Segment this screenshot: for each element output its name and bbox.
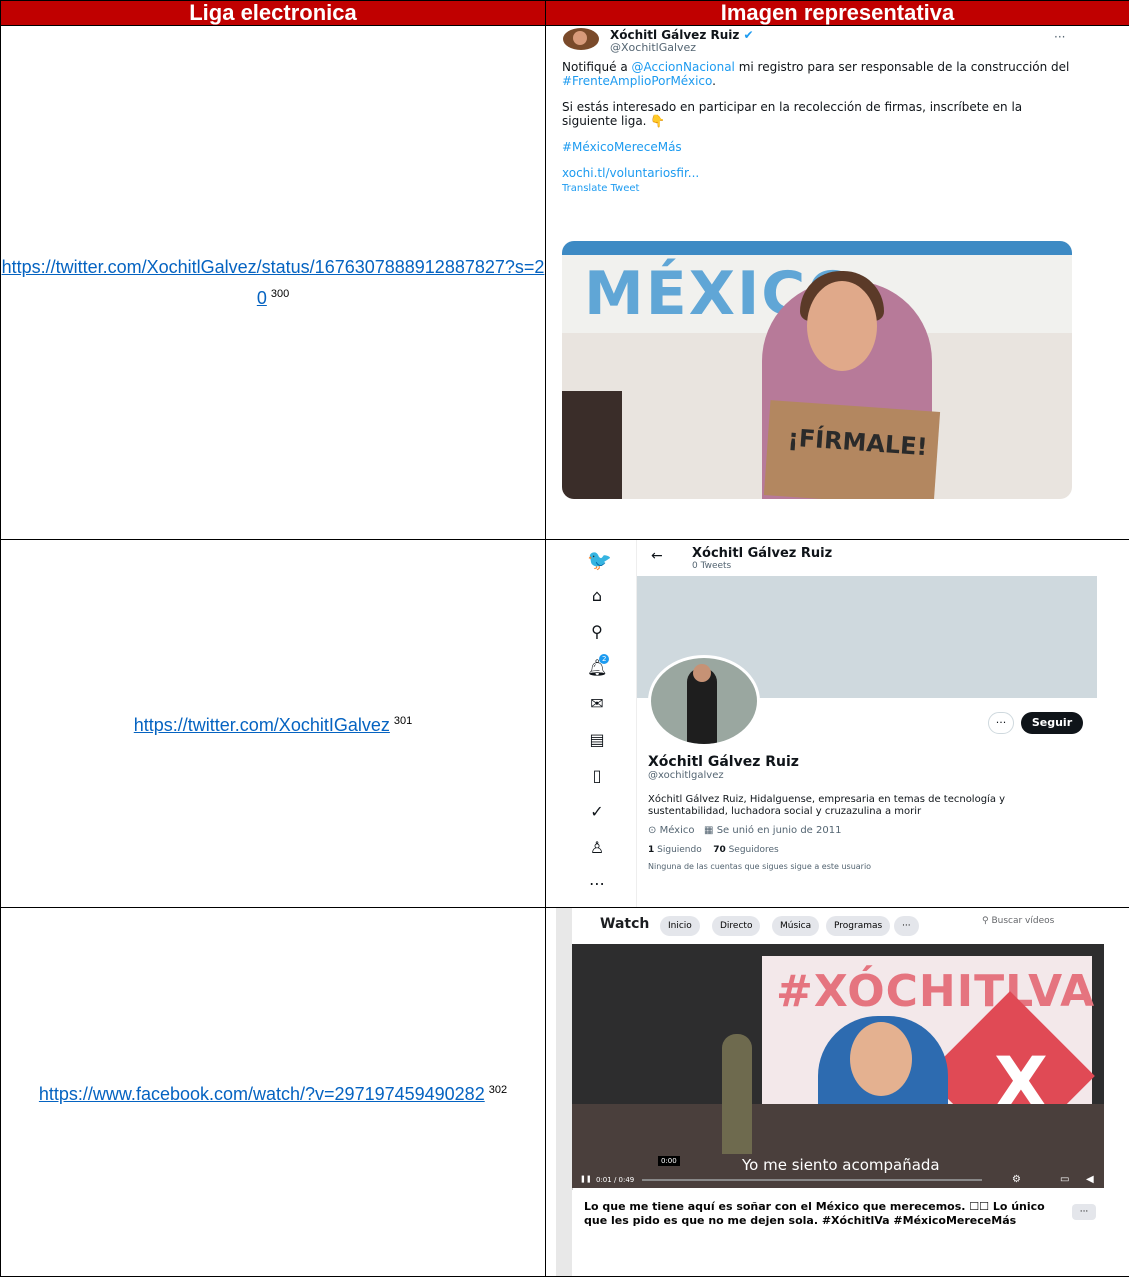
url-link[interactable]: xochi.tl/voluntariosfir... [562, 166, 1072, 180]
footnote-ref: 301 [394, 715, 412, 727]
facebook-watch-link[interactable]: https://www.facebook.com/watch/?v=297197… [39, 1084, 485, 1104]
notifications-icon[interactable]: 🔔︎2 [587, 658, 607, 678]
tweet-body: Notifiqué a @AccionNacional mi registro … [562, 60, 1072, 196]
chip-inicio[interactable]: Inicio [660, 916, 700, 936]
avatar [563, 28, 599, 50]
profile-header-name: Xóchitl Gálvez Ruiz [692, 546, 832, 561]
chip-musica[interactable]: Música [772, 916, 819, 936]
table-row: https://twitter.com/XochitIGalvez 301 🐦 ⌂… [1, 540, 1129, 908]
image-cell: 🐦 ⌂ ⚲ 🔔︎2 ✉ ▤ ▯ ✓ ♙ ⋯ ← Xóchitl Gálvez R… [546, 540, 1129, 908]
header-liga: Liga electronica [1, 1, 546, 26]
watch-title: Watch [600, 916, 649, 932]
tweet-handle: @XochitlGalvez [610, 41, 696, 54]
video-player[interactable]: #XÓCHITLVA X 0:00 Yo me siento acompañad… [572, 944, 1104, 1188]
tweet-photo: MÉXICO ¡FÍRMALE! [562, 241, 1072, 499]
table-row: https://www.facebook.com/watch/?v=297197… [1, 908, 1129, 1277]
mention-link[interactable]: @AccionNacional [632, 60, 735, 74]
twitter-sidebar: 🐦 ⌂ ⚲ 🔔︎2 ✉ ▤ ▯ ✓ ♙ ⋯ [556, 540, 637, 907]
verified-icon: ✔ [744, 28, 754, 42]
hashtag-link[interactable]: #MéxicoMereceMás [562, 140, 1072, 154]
translate-link[interactable]: Translate Tweet [562, 182, 1072, 196]
follow-button[interactable]: Seguir [1021, 712, 1083, 734]
twitter-profile-link[interactable]: https://twitter.com/XochitIGalvez [134, 715, 390, 735]
calendar-icon: ▦ [704, 825, 713, 836]
watch-topbar: Watch Inicio Directo Música Programas ··… [572, 908, 1104, 944]
twitter-bird-icon[interactable]: 🐦 [587, 550, 607, 570]
table-row: https://twitter.com/XochitlGalvez/status… [1, 26, 1129, 540]
lists-icon[interactable]: ▤ [587, 730, 607, 750]
profile-bio: Xóchitl Gálvez Ruiz, Hidalguense, empres… [648, 794, 1068, 818]
post-more-button[interactable]: ··· [1072, 1204, 1096, 1220]
pause-icon[interactable]: ❚❚ [580, 1175, 592, 1183]
image-cell: Xóchitl Gálvez Ruiz ✔ @XochitlGalvez ···… [546, 26, 1129, 540]
more-icon[interactable]: ··· [1054, 30, 1065, 44]
volume-icon[interactable]: ◀ [1086, 1174, 1094, 1185]
profile-more-button[interactable]: ··· [988, 712, 1014, 734]
progress-bar[interactable] [642, 1179, 982, 1181]
back-arrow-icon[interactable]: ← [651, 548, 663, 564]
follow-counts: 1 Siguiendo 70 Seguidores [648, 845, 779, 855]
more-circle-icon[interactable]: ⋯ [587, 874, 607, 894]
pip-icon[interactable]: ▭ [1060, 1174, 1069, 1185]
link-cell: https://twitter.com/XochitlGalvez/status… [1, 26, 546, 540]
post-description: Lo que me tiene aquí es soñar con el Méx… [572, 1190, 1104, 1276]
profile-meta: ⊙ México ▦ Se unió en junio de 2011 [648, 825, 841, 836]
links-table: Liga electronica Imagen representativa h… [0, 0, 1129, 1277]
header-imagen: Imagen representativa [546, 1, 1129, 26]
chip-directo[interactable]: Directo [712, 916, 760, 936]
tweet-count: 0 Tweets [692, 561, 731, 571]
bookmarks-icon[interactable]: ▯ [587, 766, 607, 786]
wall-hashtag: #XÓCHITLVA [776, 966, 1095, 1017]
pointing-down-icon: 👇 [650, 114, 665, 128]
link-cell: https://www.facebook.com/watch/?v=297197… [1, 908, 546, 1277]
photo-sign: ¡FÍRMALE! [764, 400, 940, 499]
footnote-ref: 300 [271, 288, 289, 300]
profile-icon[interactable]: ♙ [587, 838, 607, 858]
search-icon: ⚲ [982, 916, 989, 926]
tweet-author-name: Xóchitl Gálvez Ruiz ✔ [610, 28, 754, 42]
chip-more[interactable]: ··· [894, 916, 919, 936]
search-input[interactable]: ⚲ Buscar vídeos [982, 916, 1054, 926]
twitter-profile-screenshot: 🐦 ⌂ ⚲ 🔔︎2 ✉ ▤ ▯ ✓ ♙ ⋯ ← Xóchitl Gálvez R… [556, 540, 1096, 907]
verified-icon[interactable]: ✓ [587, 802, 607, 822]
facebook-watch-screenshot: Watch Inicio Directo Música Programas ··… [556, 908, 1104, 1276]
post-text: Lo que me tiene aquí es soñar con el Méx… [584, 1200, 1054, 1228]
avatar[interactable] [648, 655, 760, 747]
home-icon[interactable]: ⌂ [587, 586, 607, 606]
link-cell: https://twitter.com/XochitIGalvez 301 [1, 540, 546, 908]
followers-link[interactable]: Seguidores [729, 845, 779, 855]
followers-you-know: Ninguna de las cuentas que sigues sigue … [648, 862, 871, 871]
settings-icon[interactable]: ⚙ [1012, 1174, 1021, 1185]
video-time: 0:01 / 0:49 [596, 1176, 634, 1184]
search-icon[interactable]: ⚲ [587, 622, 607, 642]
footnote-ref: 302 [489, 1084, 507, 1096]
following-link[interactable]: Siguiendo [657, 845, 702, 855]
time-marker: 0:00 [658, 1156, 680, 1166]
location-icon: ⊙ [648, 825, 656, 836]
messages-icon[interactable]: ✉ [587, 694, 607, 714]
chip-programas[interactable]: Programas [826, 916, 890, 936]
profile-handle: @xochitlgalvez [648, 770, 724, 781]
profile-name: Xóchitl Gálvez Ruiz [648, 754, 799, 770]
hashtag-link[interactable]: #FrenteAmplioPorMéxico [562, 74, 712, 88]
image-cell: Watch Inicio Directo Música Programas ··… [546, 908, 1129, 1277]
ruler [556, 908, 573, 1276]
